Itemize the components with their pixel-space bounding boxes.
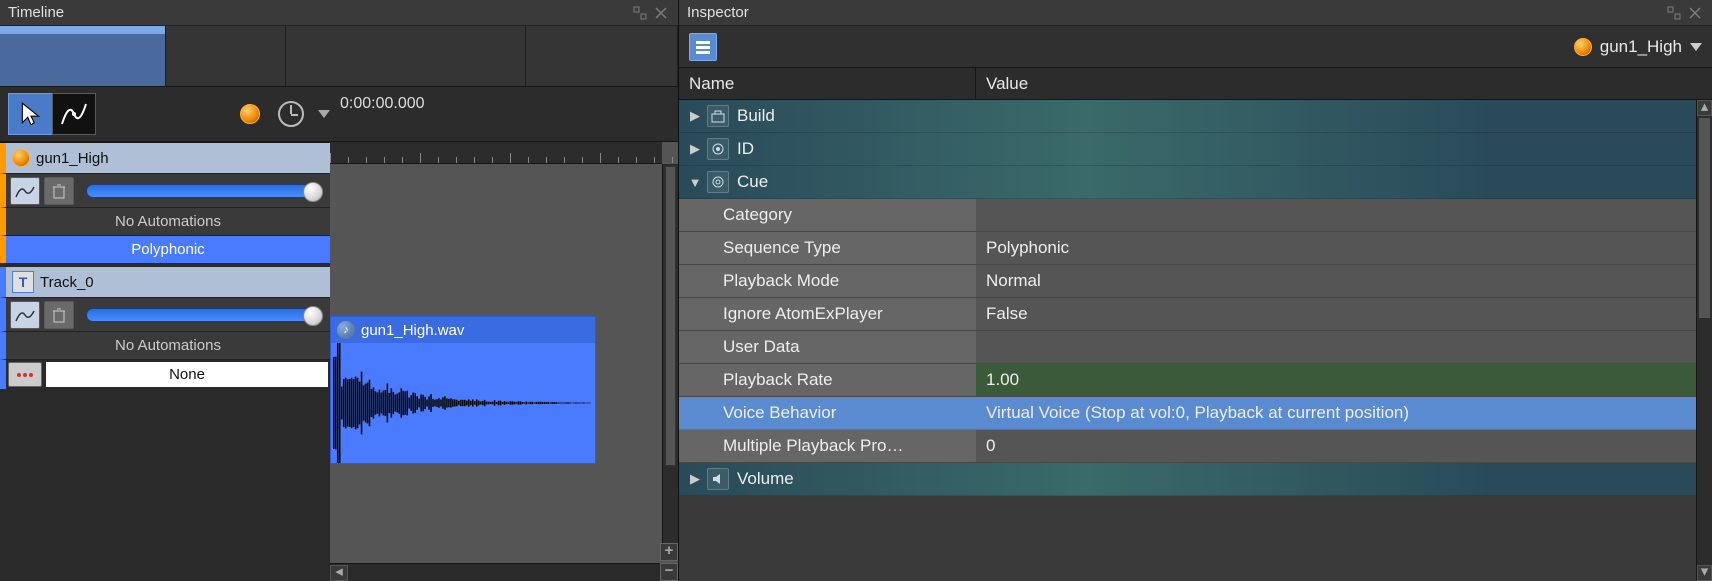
- inspector-toolbar: gun1_High: [679, 26, 1712, 68]
- inspector-property-list: ▶Build ▶ID ▼Cue Category Sequence TypePo…: [679, 100, 1696, 581]
- track-effect-value[interactable]: None: [46, 362, 328, 387]
- inspector-columns-header: Name Value: [679, 68, 1712, 100]
- track-header-column: gun1_High No Automations Polyphonic T Tr…: [0, 142, 330, 581]
- audio-file-icon: ♪: [337, 321, 355, 339]
- prop-playback-mode[interactable]: Playback ModeNormal: [679, 265, 1696, 298]
- inspector-object-name: gun1_High: [1600, 37, 1682, 57]
- timeline-panel: Timeline: [0, 0, 679, 581]
- track-effect-row: None: [0, 359, 330, 389]
- object-orb-icon: [1574, 38, 1592, 56]
- inspector-title: Inspector: [687, 4, 749, 21]
- timecode-display: 0:00:00.000: [330, 87, 425, 113]
- cue-volume-slider[interactable]: [78, 179, 330, 203]
- track-envelope-button[interactable]: [10, 301, 40, 329]
- cue-automations-row[interactable]: No Automations: [0, 207, 330, 235]
- cue-sequence-row[interactable]: Polyphonic: [0, 235, 330, 263]
- scroll-up-icon[interactable]: ▴: [1697, 100, 1712, 116]
- group-cue[interactable]: ▼Cue: [679, 166, 1696, 199]
- effect-selector-button[interactable]: [8, 362, 42, 387]
- envelope-button[interactable]: [10, 177, 40, 205]
- group-volume[interactable]: ▶Volume: [679, 463, 1696, 496]
- collapse-icon[interactable]: ▼: [683, 175, 707, 190]
- audio-clip[interactable]: ♪ gun1_High.wav: [330, 316, 596, 464]
- scroll-left-icon[interactable]: ◂: [330, 565, 348, 581]
- column-name-header[interactable]: Name: [679, 68, 976, 99]
- timeline-overview[interactable]: [0, 26, 678, 86]
- build-icon: [707, 105, 729, 127]
- inspector-panel: Inspector gun1_High Name Value ▶Build: [679, 0, 1712, 581]
- cue-group-icon: [707, 171, 729, 193]
- zoom-in-button[interactable]: +: [660, 543, 678, 561]
- prop-sequence-type[interactable]: Sequence TypePolyphonic: [679, 232, 1696, 265]
- waveform-icon: [331, 343, 595, 463]
- timeline-title-bar: Timeline: [0, 0, 678, 26]
- expand-icon[interactable]: ▶: [683, 108, 707, 124]
- cue-name: gun1_High: [36, 150, 109, 167]
- timeline-toolbar: 0:00:00.000: [0, 86, 678, 142]
- cue-delete-button[interactable]: [44, 177, 74, 205]
- select-tool-button[interactable]: [8, 93, 52, 135]
- track-volume-slider[interactable]: [78, 303, 330, 327]
- column-value-header[interactable]: Value: [976, 68, 1712, 99]
- clock-menu-dropdown-icon[interactable]: [318, 110, 330, 118]
- record-indicator-icon[interactable]: [240, 104, 260, 124]
- expand-icon[interactable]: ▶: [683, 141, 707, 157]
- zoom-out-button[interactable]: −: [660, 563, 678, 581]
- track-name: Track_0: [40, 274, 94, 291]
- timeline-lane-area[interactable]: ♪ gun1_High.wav + − ◂: [330, 142, 678, 581]
- volume-icon: [707, 468, 729, 490]
- expand-icon[interactable]: ▶: [683, 471, 707, 487]
- prop-voice-behavior[interactable]: Voice BehaviorVirtual Voice (Stop at vol…: [679, 397, 1696, 430]
- track-type-icon: T: [12, 271, 34, 293]
- prop-ignore-atomexplayer[interactable]: Ignore AtomExPlayerFalse: [679, 298, 1696, 331]
- scroll-down-icon[interactable]: ▾: [1697, 565, 1712, 581]
- timeline-horizontal-scrollbar[interactable]: ◂: [330, 563, 660, 581]
- list-view-button[interactable]: [689, 33, 717, 61]
- inspector-maximize-icon[interactable]: [1665, 4, 1683, 22]
- prop-user-data[interactable]: User Data: [679, 331, 1696, 364]
- inspector-object-selector[interactable]: gun1_High: [1574, 37, 1702, 57]
- inspector-title-bar: Inspector: [679, 0, 1712, 26]
- cue-orb-icon: [12, 149, 30, 167]
- curve-tool-button[interactable]: [52, 93, 96, 135]
- id-icon: [707, 138, 729, 160]
- inspector-scrollbar[interactable]: ▴ ▾: [1696, 100, 1712, 581]
- prop-multiple-playback[interactable]: Multiple Playback Pro…0: [679, 430, 1696, 463]
- maximize-icon[interactable]: [631, 4, 649, 22]
- cue-block: gun1_High No Automations Polyphonic: [0, 142, 330, 263]
- group-build[interactable]: ▶Build: [679, 100, 1696, 133]
- object-dropdown-icon[interactable]: [1690, 43, 1702, 51]
- clock-icon[interactable]: [278, 101, 304, 127]
- audio-clip-filename: gun1_High.wav: [361, 322, 464, 339]
- cue-header[interactable]: gun1_High: [0, 143, 330, 173]
- timeline-vertical-scrollbar[interactable]: [662, 164, 678, 551]
- track-delete-button[interactable]: [44, 301, 74, 329]
- track-automations-row[interactable]: No Automations: [0, 331, 330, 359]
- inspector-close-icon[interactable]: [1686, 4, 1704, 22]
- group-id[interactable]: ▶ID: [679, 133, 1696, 166]
- time-ruler[interactable]: [330, 142, 662, 164]
- prop-category[interactable]: Category: [679, 199, 1696, 232]
- track-header[interactable]: T Track_0: [0, 267, 330, 297]
- timeline-title: Timeline: [8, 4, 64, 21]
- close-icon[interactable]: [652, 4, 670, 22]
- prop-playback-rate[interactable]: Playback Rate1.00: [679, 364, 1696, 397]
- track-block: T Track_0 No Automations None: [0, 267, 330, 389]
